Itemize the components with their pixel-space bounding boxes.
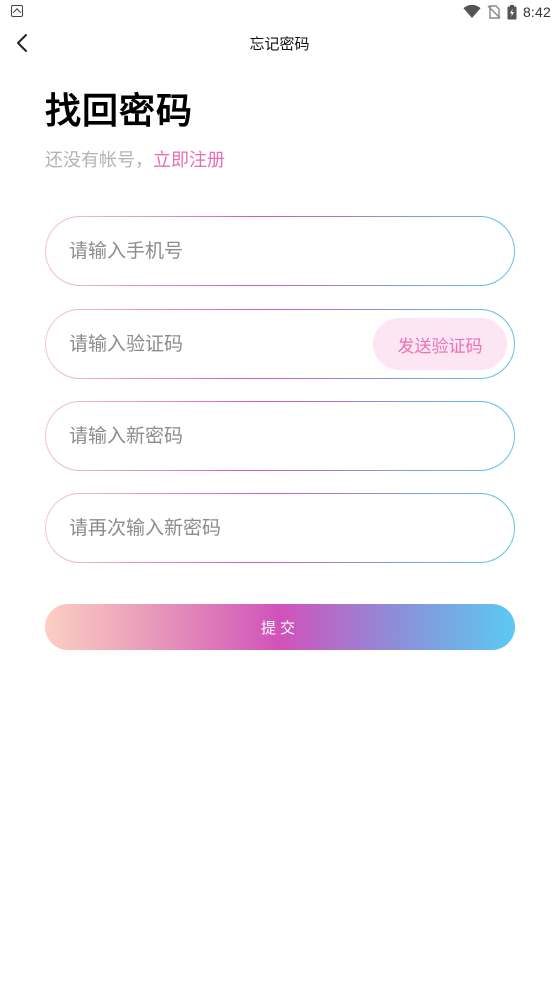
status-icons: 8:42 (463, 2, 551, 22)
new-password-field (45, 401, 515, 471)
page-title: 找回密码 (45, 91, 194, 132)
phone-input[interactable] (69, 217, 369, 285)
no-sim-icon (487, 5, 501, 19)
battery-charging-icon (507, 4, 517, 19)
phone-field (45, 216, 515, 286)
verification-code-input[interactable] (69, 310, 369, 378)
wifi-icon (463, 5, 481, 18)
register-prompt: 还没有帐号，立即注册 (45, 146, 225, 172)
verification-code-field: 发送验证码 (45, 309, 515, 379)
register-link[interactable]: 立即注册 (153, 150, 225, 171)
status-bar: 8:42 (0, 0, 559, 24)
submit-button[interactable]: 提交 (45, 604, 515, 650)
nav-title: 忘记密码 (249, 35, 310, 53)
title-bar: 忘记密码 (0, 24, 559, 62)
status-time: 8:42 (522, 4, 551, 20)
app-notification-icon (11, 5, 23, 17)
confirm-password-input[interactable] (69, 494, 369, 562)
confirm-password-field (45, 493, 515, 563)
register-prompt-text: 还没有帐号， (45, 150, 153, 171)
send-code-button[interactable]: 发送验证码 (373, 318, 507, 370)
new-password-input[interactable] (69, 402, 369, 470)
